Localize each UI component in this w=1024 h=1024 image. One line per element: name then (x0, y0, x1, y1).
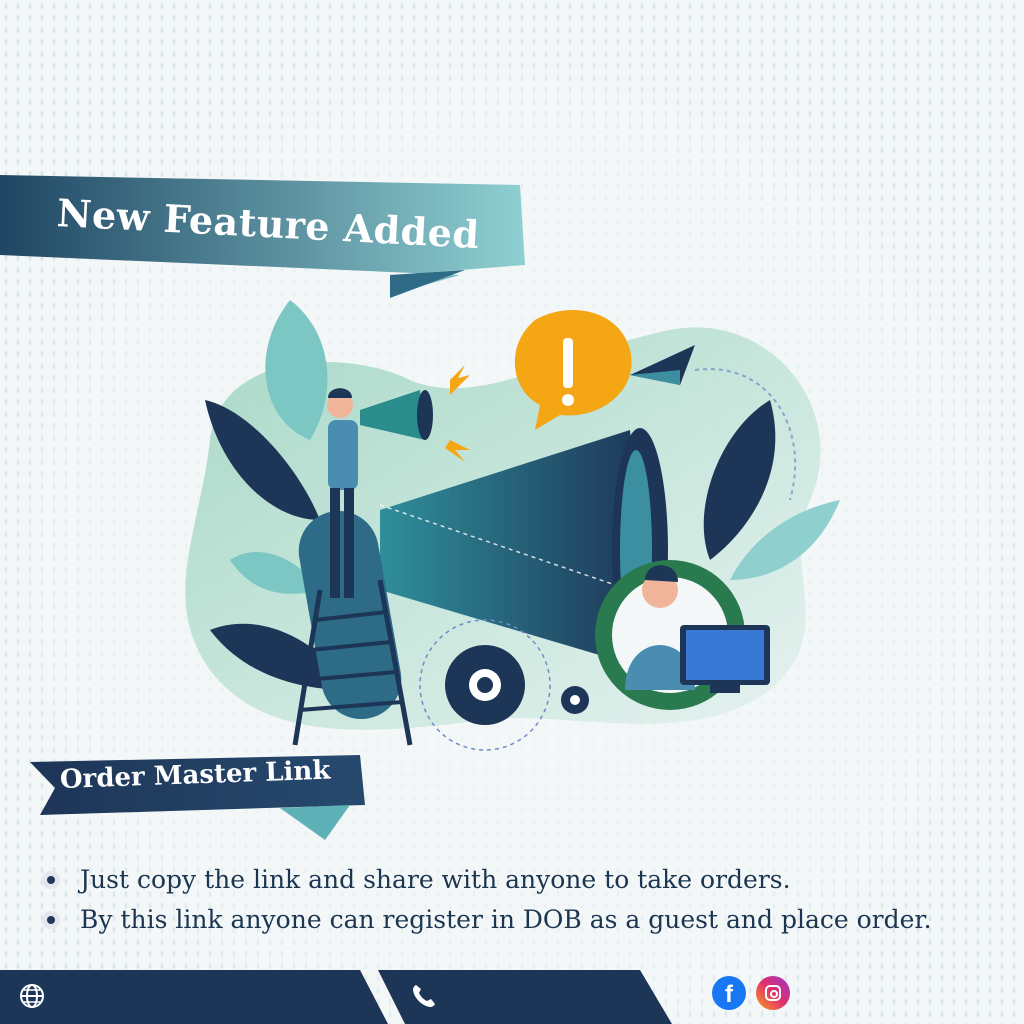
bullet-icon (42, 911, 60, 929)
phone-icon[interactable] (410, 982, 438, 1010)
globe-icon[interactable] (18, 982, 46, 1010)
instagram-icon[interactable] (756, 976, 790, 1010)
bullet-icon (42, 871, 60, 889)
megaphone-illustration (185, 300, 840, 751)
feature-text: Just copy the link and share with anyone… (80, 865, 791, 894)
list-item: By this link anyone can register in DOB … (40, 902, 1000, 942)
feature-list: Just copy the link and share with anyone… (40, 862, 1000, 942)
list-item: Just copy the link and share with anyone… (40, 862, 1000, 902)
feature-text: By this link anyone can register in DOB … (80, 905, 932, 934)
facebook-icon[interactable]: f (712, 976, 746, 1010)
footer-bar (0, 966, 1024, 1024)
footer-shape (0, 970, 672, 1024)
